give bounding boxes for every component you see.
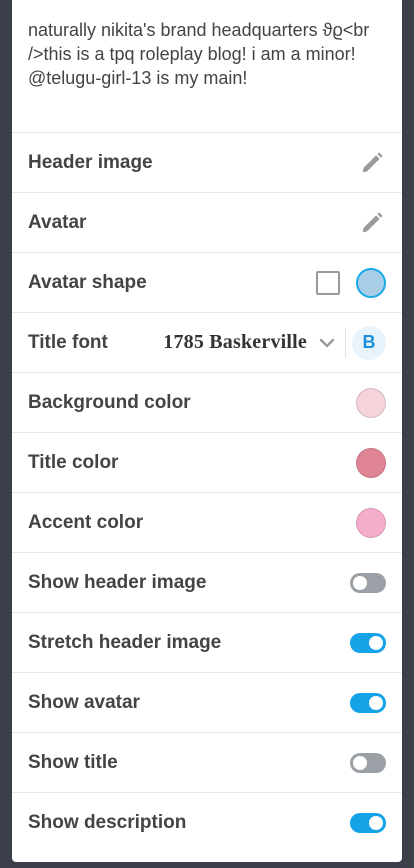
toggle-knob — [353, 755, 367, 770]
title-color-row: Title color — [12, 433, 402, 493]
stretch-header-image-row: Stretch header image — [12, 613, 402, 673]
accent-color-swatch[interactable] — [356, 507, 386, 538]
avatar-shape-row: Avatar shape — [12, 253, 402, 313]
stretch-header-image-label: Stretch header image — [28, 631, 222, 653]
show-avatar-row: Show avatar — [12, 673, 402, 733]
header-image-row[interactable]: Header image — [12, 133, 402, 193]
title-font-label: Title font — [28, 331, 108, 353]
show-description-row: Show description — [12, 793, 402, 853]
toggle-knob — [369, 635, 383, 650]
blog-description[interactable]: naturally nikita's brand headquarters ϑϱ… — [12, 0, 402, 133]
stretch-header-image-toggle[interactable] — [350, 632, 386, 653]
show-description-label: Show description — [28, 812, 187, 833]
divider — [345, 327, 346, 358]
avatar-row[interactable]: Avatar — [12, 193, 402, 253]
toggle-knob — [369, 695, 383, 710]
pencil-icon[interactable] — [358, 149, 386, 177]
avatar-label: Avatar — [28, 211, 87, 233]
show-title-row: Show title — [12, 733, 402, 793]
show-title-toggle[interactable] — [350, 752, 386, 773]
show-description-toggle[interactable] — [350, 813, 386, 833]
background-color-swatch[interactable] — [356, 387, 386, 418]
background-color-label: Background color — [28, 391, 191, 413]
show-title-label: Show title — [28, 751, 118, 773]
toggle-knob — [369, 816, 383, 830]
accent-color-row: Accent color — [12, 493, 402, 553]
show-header-image-toggle[interactable] — [350, 572, 386, 593]
background-color-row: Background color — [12, 373, 402, 433]
title-color-label: Title color — [28, 451, 119, 473]
title-bold-button[interactable]: B — [352, 325, 386, 360]
title-font-row: Title font 1785 Baskerville B — [12, 313, 402, 373]
avatar-shape-square-option[interactable] — [316, 270, 340, 295]
customize-panel: naturally nikita's brand headquarters ϑϱ… — [12, 0, 402, 862]
show-avatar-toggle[interactable] — [350, 692, 386, 713]
title-color-swatch[interactable] — [356, 447, 386, 478]
accent-color-label: Accent color — [28, 511, 144, 533]
pencil-icon[interactable] — [358, 209, 386, 237]
title-font-dropdown[interactable]: 1785 Baskerville — [163, 331, 337, 354]
show-header-image-row: Show header image — [12, 553, 402, 613]
chevron-down-icon — [319, 338, 335, 347]
toggle-knob — [353, 575, 367, 590]
avatar-shape-circle-option[interactable] — [356, 267, 386, 298]
header-image-label: Header image — [28, 151, 153, 173]
avatar-shape-label: Avatar shape — [28, 271, 147, 293]
title-font-value: 1785 Baskerville — [163, 331, 307, 353]
show-header-image-label: Show header image — [28, 571, 207, 593]
show-avatar-label: Show avatar — [28, 691, 140, 713]
